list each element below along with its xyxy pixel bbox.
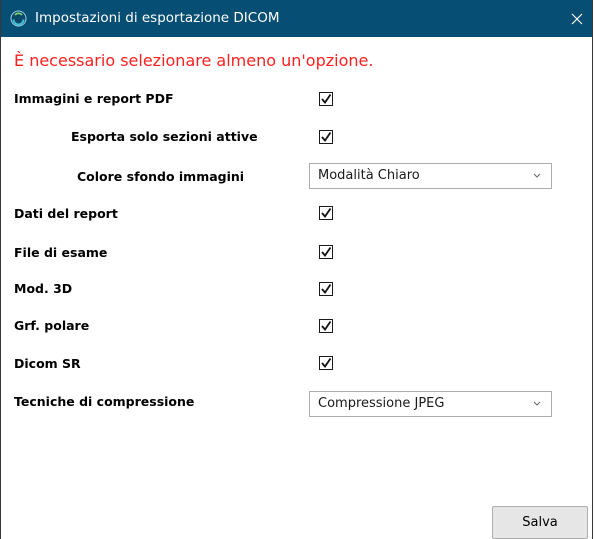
option-label-images-pdf: Immagini e report PDF	[14, 91, 174, 106]
title-bar: Impostazioni di esportazione DICOM	[1, 0, 592, 37]
checkmark-icon	[321, 246, 332, 257]
app-logo-icon	[10, 10, 27, 27]
checkmark-icon	[321, 357, 332, 368]
compression-dropdown[interactable]: Compressione JPEG	[309, 391, 552, 417]
background-color-dropdown[interactable]: Modalità Chiaro	[309, 163, 552, 189]
close-button[interactable]	[562, 0, 592, 37]
option-label-dicom-sr: Dicom SR	[14, 356, 81, 371]
option-label-polar-graph: Grf. polare	[14, 318, 90, 333]
chevron-down-icon	[533, 173, 541, 178]
checkbox-images-pdf[interactable]	[319, 92, 333, 106]
window-title: Impostazioni di esportazione DICOM	[35, 10, 280, 26]
option-label-3d-model: Mod. 3D	[14, 281, 73, 296]
checkbox-exam-files[interactable]	[319, 245, 333, 259]
chevron-down-icon	[533, 401, 541, 406]
checkbox-polar-graph[interactable]	[319, 319, 333, 333]
option-label-report-data: Dati del report	[14, 206, 118, 221]
export-dialog: Impostazioni di esportazione DICOM È nec…	[0, 0, 593, 539]
validation-error-message: È necessario selezionare almeno un'opzio…	[14, 51, 374, 70]
checkbox-3d-model[interactable]	[319, 282, 333, 296]
checkmark-icon	[321, 207, 332, 218]
background-color-label: Colore sfondo immagini	[77, 169, 245, 184]
checkbox-dicom-sr[interactable]	[319, 356, 333, 370]
option-label-exam-files: File di esame	[14, 245, 108, 260]
compression-label: Tecniche di compressione	[14, 394, 195, 409]
checkmark-icon	[321, 131, 332, 142]
checkmark-icon	[321, 93, 332, 104]
option-label-active-sections: Esporta solo sezioni attive	[71, 129, 258, 144]
checkbox-active-sections[interactable]	[319, 130, 333, 144]
compression-selected: Compressione JPEG	[318, 396, 445, 411]
checkmark-icon	[321, 320, 332, 331]
checkmark-icon	[321, 283, 332, 294]
save-button[interactable]: Salva	[492, 506, 588, 539]
background-color-selected: Modalità Chiaro	[318, 168, 420, 183]
close-icon	[571, 13, 583, 24]
checkbox-report-data[interactable]	[319, 206, 333, 220]
